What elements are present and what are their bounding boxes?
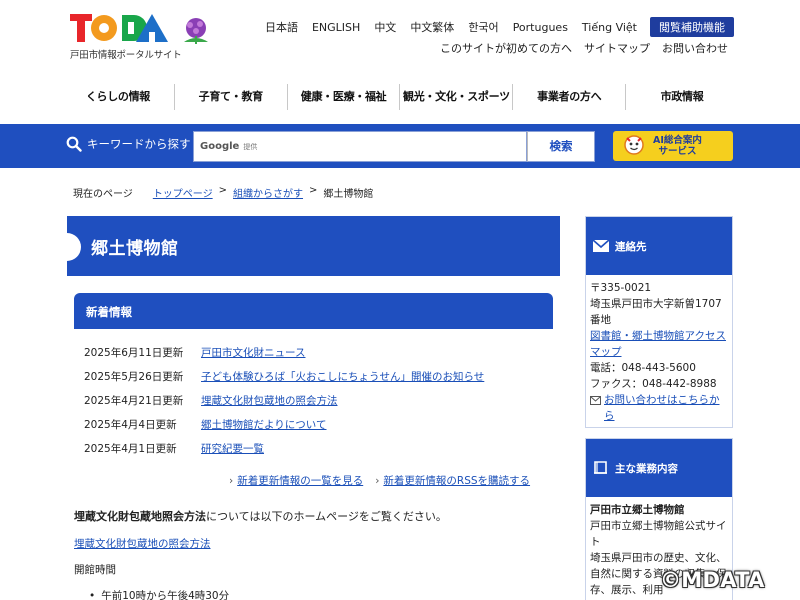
- body-paragraph: 埋蔵文化財包蔵地照会方法については以下のホームページをご覧ください。: [74, 508, 447, 524]
- body-paragraph-bold: 埋蔵文化財包蔵地照会方法: [74, 510, 206, 523]
- search-button[interactable]: 検索: [527, 131, 595, 162]
- breadcrumb-top[interactable]: トップページ: [153, 185, 213, 200]
- duties-heading: 主な業務内容: [615, 462, 678, 475]
- gnav-living[interactable]: くらしの情報: [62, 84, 175, 110]
- mail-icon: [590, 396, 601, 405]
- contact-card: 連絡先 〒335-0021 埼玉県戸田市大字新曽1707番地 図書館・郷土博物館…: [585, 216, 733, 428]
- news-item: 2025年4月4日更新 郷土博物館だよりについて: [84, 412, 544, 436]
- news-heading-bar: 新着情報: [74, 293, 553, 329]
- page-title: 郷土博物館: [91, 239, 179, 259]
- accessibility-button[interactable]: 閲覧補助機能: [650, 17, 734, 37]
- news-link[interactable]: 郷土博物館だよりについて: [201, 417, 326, 432]
- news-rss-item: › 新着更新情報のRSSを購読する: [375, 473, 530, 488]
- duties-line1: 戸田市立郷土博物館公式サイト: [590, 520, 727, 548]
- news-item: 2025年4月21日更新 埋蔵文化財包蔵地の照会方法: [84, 388, 544, 412]
- news-link[interactable]: 子ども体験ひろば「火おこしにちょうせん」開催のお知らせ: [201, 369, 484, 384]
- breadcrumb-separator: >: [309, 185, 318, 196]
- site-header: 戸田市情報ポータルサイト 日本語 ENGLISH 中文 中文繁体 한국어 Por…: [0, 0, 800, 124]
- book-icon: [594, 461, 607, 474]
- breadcrumb-separator: >: [218, 185, 228, 196]
- news-item: 2025年4月1日更新 研究紀要一覧: [84, 436, 544, 460]
- search-input[interactable]: Google 提供: [193, 131, 527, 162]
- google-sub-label: 提供: [243, 142, 258, 151]
- news-rss-link[interactable]: 新着更新情報のRSSを購読する: [383, 475, 530, 487]
- body-link[interactable]: 埋蔵文化財包蔵地の照会方法: [74, 536, 211, 551]
- toda-logo-icon: [70, 14, 168, 42]
- body-paragraph-rest: については以下のホームページをご覧ください。: [206, 510, 447, 523]
- contact-postal: 〒335-0021: [590, 282, 652, 294]
- google-label: Google: [200, 141, 240, 152]
- utility-links: このサイトが初めての方へ サイトマップ お問い合わせ: [434, 40, 734, 56]
- language-bar: 日本語 ENGLISH 中文 中文繁体 한국어 Portugues Tiếng …: [258, 17, 734, 37]
- news-more-links: › 新着更新情報の一覧を見る › 新着更新情報のRSSを購読する: [229, 473, 530, 488]
- news-archive-link[interactable]: 新着更新情報の一覧を見る: [237, 475, 363, 487]
- site-logo[interactable]: 戸田市情報ポータルサイト: [70, 10, 220, 61]
- access-map-link[interactable]: 図書館・郷土博物館アクセスマップ: [590, 330, 726, 358]
- gnav-childcare-education[interactable]: 子育て・教育: [175, 84, 288, 110]
- hours-label: 開館時間: [74, 564, 116, 576]
- gnav-business[interactable]: 事業者の方へ: [513, 84, 627, 110]
- news-link[interactable]: 埋蔵文化財包蔵地の照会方法: [201, 393, 338, 408]
- gnav-city-admin[interactable]: 市政情報: [626, 84, 738, 110]
- envelope-icon: [592, 239, 610, 252]
- news-date: 2025年6月11日更新: [84, 346, 184, 359]
- global-nav: くらしの情報 子育て・教育 健康・医療・福祉 観光・文化・スポーツ 事業者の方へ…: [62, 84, 738, 110]
- mascot-icon: [184, 18, 208, 44]
- news-date: 2025年4月1日更新: [84, 442, 177, 455]
- contact-link[interactable]: お問い合わせ: [656, 40, 734, 56]
- news-heading: 新着情報: [86, 305, 132, 319]
- contact-phone: 電話：048-443-5600: [590, 362, 696, 374]
- gnav-tourism-culture[interactable]: 観光・文化・スポーツ: [400, 84, 514, 110]
- search-icon: [66, 136, 82, 152]
- inquiry-row: お問い合わせはこちらから: [590, 392, 728, 424]
- lang-english[interactable]: ENGLISH: [305, 21, 367, 34]
- search-band: キーワードから探す Google 提供 検索 AI総合案内 サービス: [0, 124, 800, 168]
- ai-mascot-icon: [624, 135, 644, 155]
- news-item: 2025年6月11日更新 戸田市文化財ニュース: [84, 340, 544, 364]
- contact-heading-bar: 連絡先: [586, 217, 732, 275]
- duties-title: 戸田市立郷土博物館: [590, 504, 685, 516]
- breadcrumb-org[interactable]: 組織からさがす: [233, 185, 303, 200]
- contact-body: 〒335-0021 埼玉県戸田市大字新曽1707番地 図書館・郷土博物館アクセス…: [586, 275, 732, 430]
- ai-guide-line1: AI総合案内: [653, 135, 702, 146]
- news-list: 2025年6月11日更新 戸田市文化財ニュース 2025年5月26日更新 子ども…: [84, 340, 544, 460]
- watermark: ©MDATA: [660, 568, 765, 592]
- main-content: 郷土博物館 新着情報 2025年6月11日更新 戸田市文化財ニュース 2025年…: [65, 216, 560, 600]
- contact-fax: ファクス：048-442-8988: [590, 378, 717, 390]
- contact-address: 埼玉県戸田市大字新曽1707番地: [590, 298, 722, 326]
- contact-heading: 連絡先: [615, 240, 647, 253]
- ai-guide-button[interactable]: AI総合案内 サービス: [613, 131, 733, 161]
- chevron-right-icon: ›: [375, 475, 380, 487]
- news-item: 2025年5月26日更新 子ども体験ひろば「火おこしにちょうせん」開催のお知らせ: [84, 364, 544, 388]
- title-notch-decoration: [65, 233, 81, 261]
- page-title-bar: 郷土博物館: [65, 216, 560, 276]
- sitemap-link[interactable]: サイトマップ: [578, 40, 656, 56]
- news-link[interactable]: 戸田市文化財ニュース: [201, 345, 305, 360]
- news-date: 2025年4月4日更新: [84, 418, 177, 431]
- lang-chinese-traditional[interactable]: 中文繁体: [403, 19, 461, 35]
- news-date: 2025年5月26日更新: [84, 370, 184, 383]
- gnav-health-welfare[interactable]: 健康・医療・福祉: [288, 84, 401, 110]
- news-link[interactable]: 研究紀要一覧: [201, 441, 264, 456]
- hours-bullet: 午前10時から午後4時30分: [89, 588, 229, 600]
- ai-guide-label: AI総合案内 サービス: [653, 135, 702, 157]
- logo-subtitle: 戸田市情報ポータルサイト: [70, 50, 182, 61]
- ai-guide-line2: サービス: [658, 146, 697, 157]
- lang-chinese-simplified[interactable]: 中文: [367, 19, 403, 35]
- lang-portuguese[interactable]: Portugues: [506, 21, 575, 34]
- lang-vietnamese[interactable]: Tiếng Việt: [575, 21, 644, 34]
- lang-korean[interactable]: 한국어: [461, 19, 505, 35]
- inquiry-link[interactable]: お問い合わせはこちらから: [604, 392, 728, 424]
- breadcrumb-current: 郷土博物館: [323, 189, 374, 200]
- chevron-right-icon: ›: [229, 475, 234, 487]
- duties-heading-bar: 主な業務内容: [586, 439, 732, 497]
- news-archive-item: › 新着更新情報の一覧を見る: [229, 473, 363, 488]
- lang-japanese[interactable]: 日本語: [258, 19, 305, 35]
- news-date: 2025年4月21日更新: [84, 394, 184, 407]
- breadcrumb-label: 現在のページ: [73, 189, 133, 200]
- search-label-text: キーワードから探す: [87, 137, 191, 151]
- search-label: キーワードから探す: [66, 136, 191, 152]
- first-visit-link[interactable]: このサイトが初めての方へ: [434, 40, 578, 56]
- breadcrumb: 現在のページ トップページ > 組織からさがす > 郷土博物館: [73, 185, 373, 200]
